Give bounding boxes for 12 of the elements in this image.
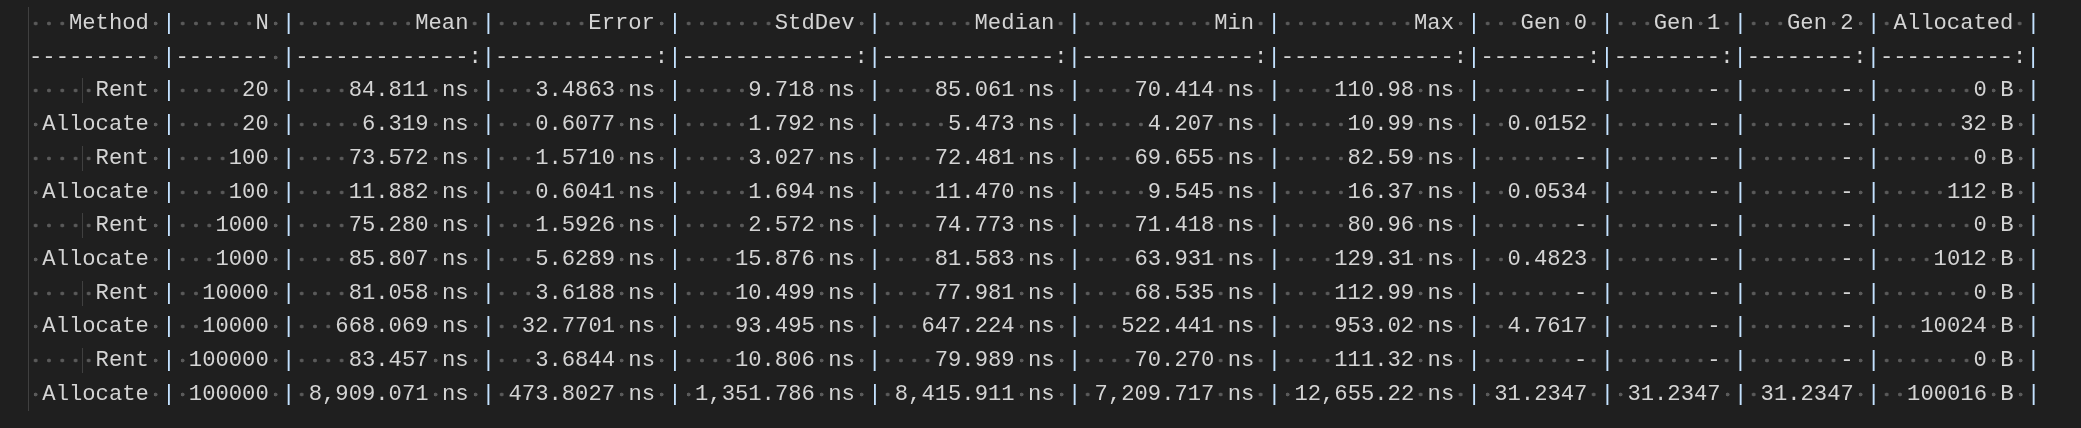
code-line: --------- |------- |-------------:|------------:|-------------:|-------------:|-------------:|-------------:|--------:|--------:|--------:|----------:| — [29, 43, 2041, 72]
code-line: Rent | 10000 | 81.058 ns | 3.6188 ns | 10.499 ns | 77.981 ns | 68.535 ns | 112.99 ns | - | - | - | 0 B | — [29, 276, 2081, 311]
code-line: Allocate | 100000 | 8,909.071 ns | 473.8027 ns | 1,351.786 ns | 8,415.911 ns | 7,209.717 ns | 12,655.22 ns | 31.2347 | 31.2347 | 31.2347 | 100016 B | — [29, 377, 2081, 412]
code-line: Rent | 1000 | 75.280 ns | 1.5926 ns | 2.572 ns | 74.773 ns | 71.418 ns | 80.96 ns | - | - | - | 0 B | — [29, 209, 2081, 243]
code-line: Rent | 100 | 73.572 ns | 1.5710 ns | 3.027 ns | 72.481 ns | 69.655 ns | 82.59 ns | - | - | - | 0 B | — [29, 141, 2081, 176]
code-line: Allocate | 1000 | 85.807 ns | 5.6289 ns | 15.876 ns | 81.583 ns | 63.931 ns | 129.31 ns | 0.4823 | - | - | 1012 B | — [29, 242, 2081, 277]
code-line: Method | N | Mean | Error | StdDev | Median | Min | Max | Gen 0 | Gen 1 | Gen 2 | Allocated | — [29, 7, 2081, 41]
code-line: Allocate | 20 | 6.319 ns | 0.6077 ns | 1.792 ns | 5.473 ns | 4.207 ns | 10.99 ns | 0.0152 | - | - | 32 B | — [29, 108, 2081, 142]
code-line: Rent | 20 | 84.811 ns | 3.4863 ns | 9.718 ns | 85.061 ns | 70.414 ns | 110.98 ns | - | - | - | 0 B | — [29, 74, 2081, 109]
code-line: Allocate | 100 | 11.882 ns | 0.6041 ns | 1.694 ns | 11.470 ns | 9.545 ns | 16.37 ns | 0.0534 | - | - | 112 B | — [29, 175, 2081, 210]
code-line: Rent | 100000 | 83.457 ns | 3.6844 ns | 10.806 ns | 79.989 ns | 70.270 ns | 111.32 ns | - | - | - | 0 B | — [29, 344, 2081, 378]
code-line: Allocate | 10000 | 668.069 ns | 32.7701 ns | 93.495 ns | 647.224 ns | 522.441 ns | 953.02 ns | 4.7617 | - | - | 10024 B | — [29, 310, 2081, 345]
